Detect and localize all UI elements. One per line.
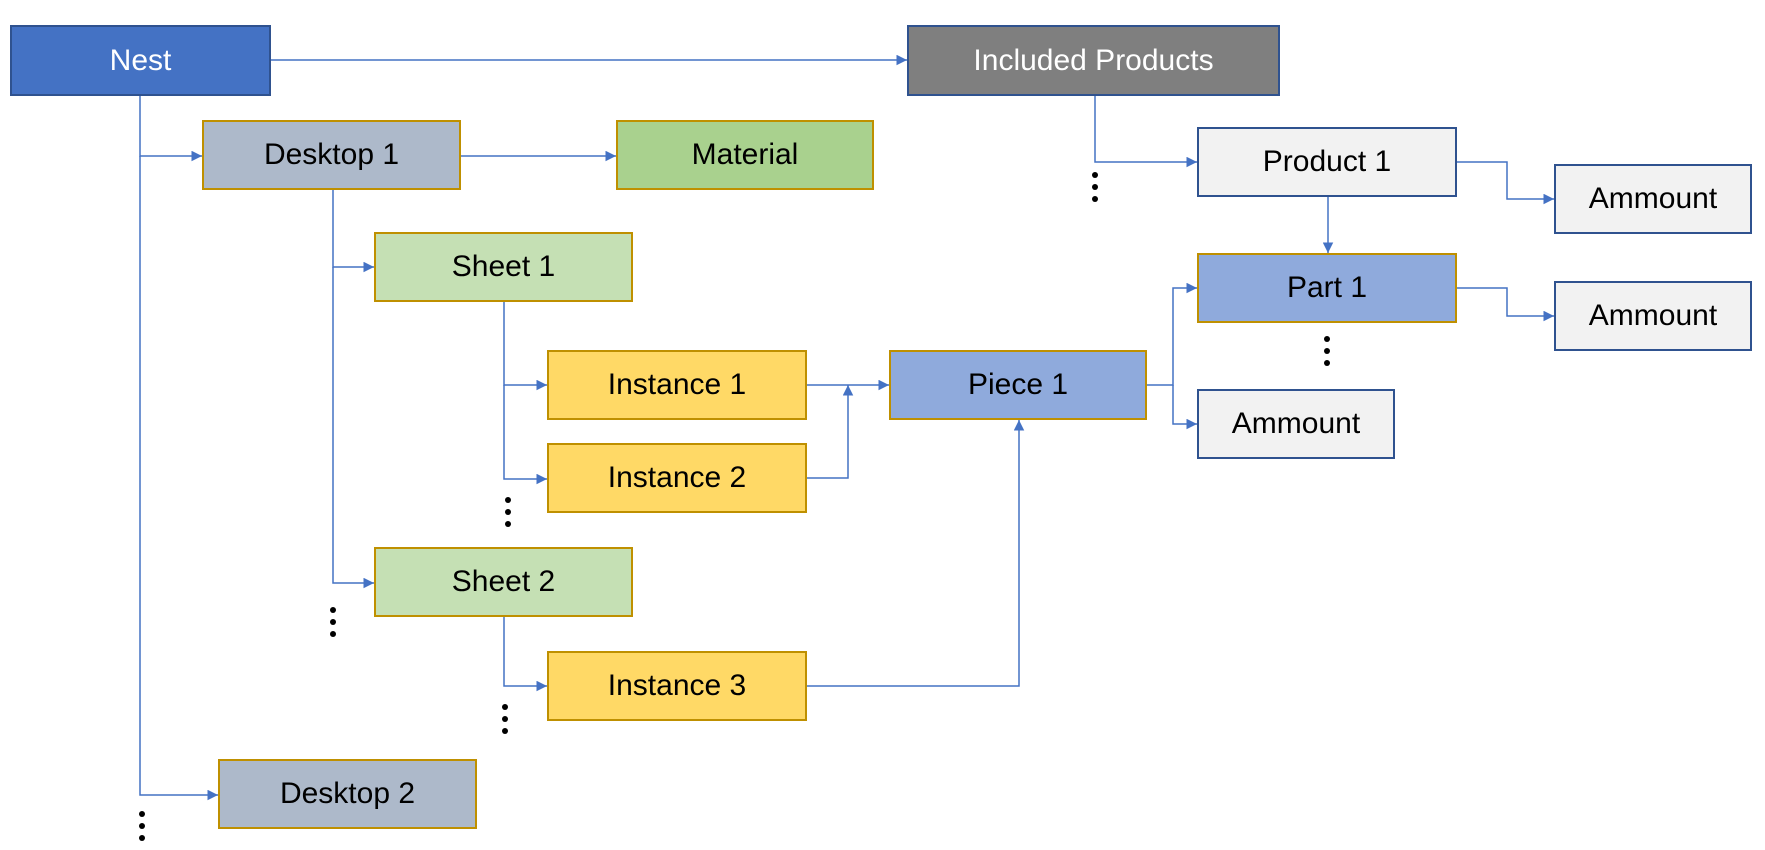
connector-piece-1-to-part-1	[1147, 282, 1197, 386]
node-label: Included Products	[973, 43, 1214, 77]
connector-nest-to-desktop-2	[139, 156, 218, 801]
connector-instance-2-to-piece-1	[807, 385, 854, 479]
nest-structure-diagram: Nest Included Products Desktop 1 Materia…	[0, 0, 1765, 850]
node-label: Desktop 2	[279, 777, 416, 810]
node-label: Sheet 1	[451, 250, 556, 283]
connector-sheet-1-to-instance-2	[503, 385, 547, 485]
node-label: Ammount	[1588, 299, 1718, 332]
connector-instance-3-to-piece-1	[807, 420, 1025, 687]
connector-sheet-2-to-instance-3	[503, 617, 547, 692]
node-sheet-2[interactable]: Sheet 2	[374, 547, 633, 617]
node-desktop-2[interactable]: Desktop 2	[218, 759, 477, 829]
node-part-1[interactable]: Part 1	[1197, 253, 1457, 323]
node-label: Sheet 2	[451, 565, 556, 598]
node-ammount-part[interactable]: Ammount	[1554, 281, 1752, 351]
ellipsis-more-parts	[1324, 336, 1330, 372]
node-desktop-1[interactable]: Desktop 1	[202, 120, 461, 190]
node-label: Piece 1	[967, 368, 1069, 401]
connector-desktop-1-to-sheet-2	[332, 267, 374, 589]
connector-desktop-1-to-sheet-1	[332, 190, 374, 273]
node-label: Material	[691, 138, 799, 171]
ellipsis-more-desktops	[139, 811, 145, 847]
node-label: Ammount	[1231, 407, 1361, 440]
node-label: Product 1	[1262, 145, 1392, 178]
node-instance-2[interactable]: Instance 2	[547, 443, 807, 513]
node-sheet-1[interactable]: Sheet 1	[374, 232, 633, 302]
connector-nest-to-desktop-1	[139, 96, 202, 162]
connector-product-1-to-ammount-product	[1457, 161, 1554, 205]
connector-part-1-to-ammount-part	[1457, 287, 1554, 322]
connector-piece-1-to-ammount-piece	[1172, 385, 1197, 430]
node-label: Part 1	[1286, 271, 1368, 304]
node-label: Instance 3	[607, 669, 747, 702]
node-label: Desktop 1	[263, 138, 400, 171]
ellipsis-more-sheets	[330, 607, 336, 643]
ellipsis-more-products	[1092, 172, 1098, 208]
connector-sheet-1-to-instance-1	[503, 302, 547, 391]
node-label: Nest	[109, 43, 172, 77]
ellipsis-more-instances-sheet-2	[502, 704, 508, 740]
node-label: Instance 1	[607, 368, 747, 401]
node-label: Instance 2	[607, 461, 747, 494]
node-instance-3[interactable]: Instance 3	[547, 651, 807, 721]
node-nest[interactable]: Nest	[10, 25, 271, 96]
node-piece-1[interactable]: Piece 1	[889, 350, 1147, 420]
node-label: Ammount	[1588, 182, 1718, 215]
connector-included-products-to-product-1	[1094, 96, 1197, 168]
node-instance-1[interactable]: Instance 1	[547, 350, 807, 420]
node-ammount-piece[interactable]: Ammount	[1197, 389, 1395, 459]
node-included-products[interactable]: Included Products	[907, 25, 1280, 96]
ellipsis-more-instances-sheet-1	[505, 497, 511, 533]
node-ammount-product[interactable]: Ammount	[1554, 164, 1752, 234]
node-material[interactable]: Material	[616, 120, 874, 190]
node-product-1[interactable]: Product 1	[1197, 127, 1457, 197]
